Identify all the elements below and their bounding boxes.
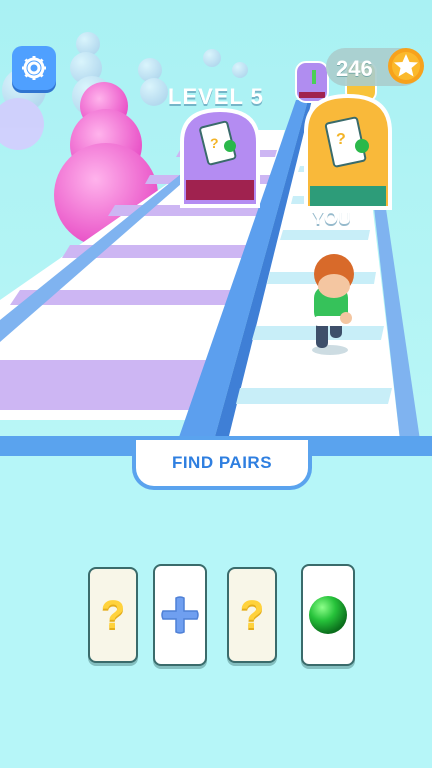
pair-card-3[interactable]: ?: [227, 567, 277, 663]
card-question-mark: ?: [100, 592, 126, 637]
card-question-mark: ?: [239, 592, 265, 637]
gate-left: [180, 107, 260, 208]
gear-icon: [22, 56, 46, 80]
gate-right-question-mark: ?: [336, 131, 346, 148]
coin-counter: 246: [326, 48, 424, 86]
coin-count: 246: [336, 56, 373, 81]
gate-right: [304, 93, 392, 210]
level-label: LEVEL 5: [168, 84, 264, 109]
star-coin-icon: [388, 48, 424, 84]
pair-card-1[interactable]: ?: [88, 567, 138, 663]
settings-button[interactable]: [12, 46, 56, 90]
green-ball-icon: [309, 596, 347, 634]
find-pairs-title: FIND PAIRS: [171, 453, 273, 472]
blue-plus-icon: [161, 596, 199, 634]
pair-card-2[interactable]: [153, 564, 207, 666]
find-pairs-banner: FIND PAIRS: [132, 440, 312, 490]
player-tag: YOU: [312, 208, 352, 228]
pair-card-4[interactable]: [301, 564, 355, 666]
gate-left-question-mark: ?: [210, 135, 219, 151]
